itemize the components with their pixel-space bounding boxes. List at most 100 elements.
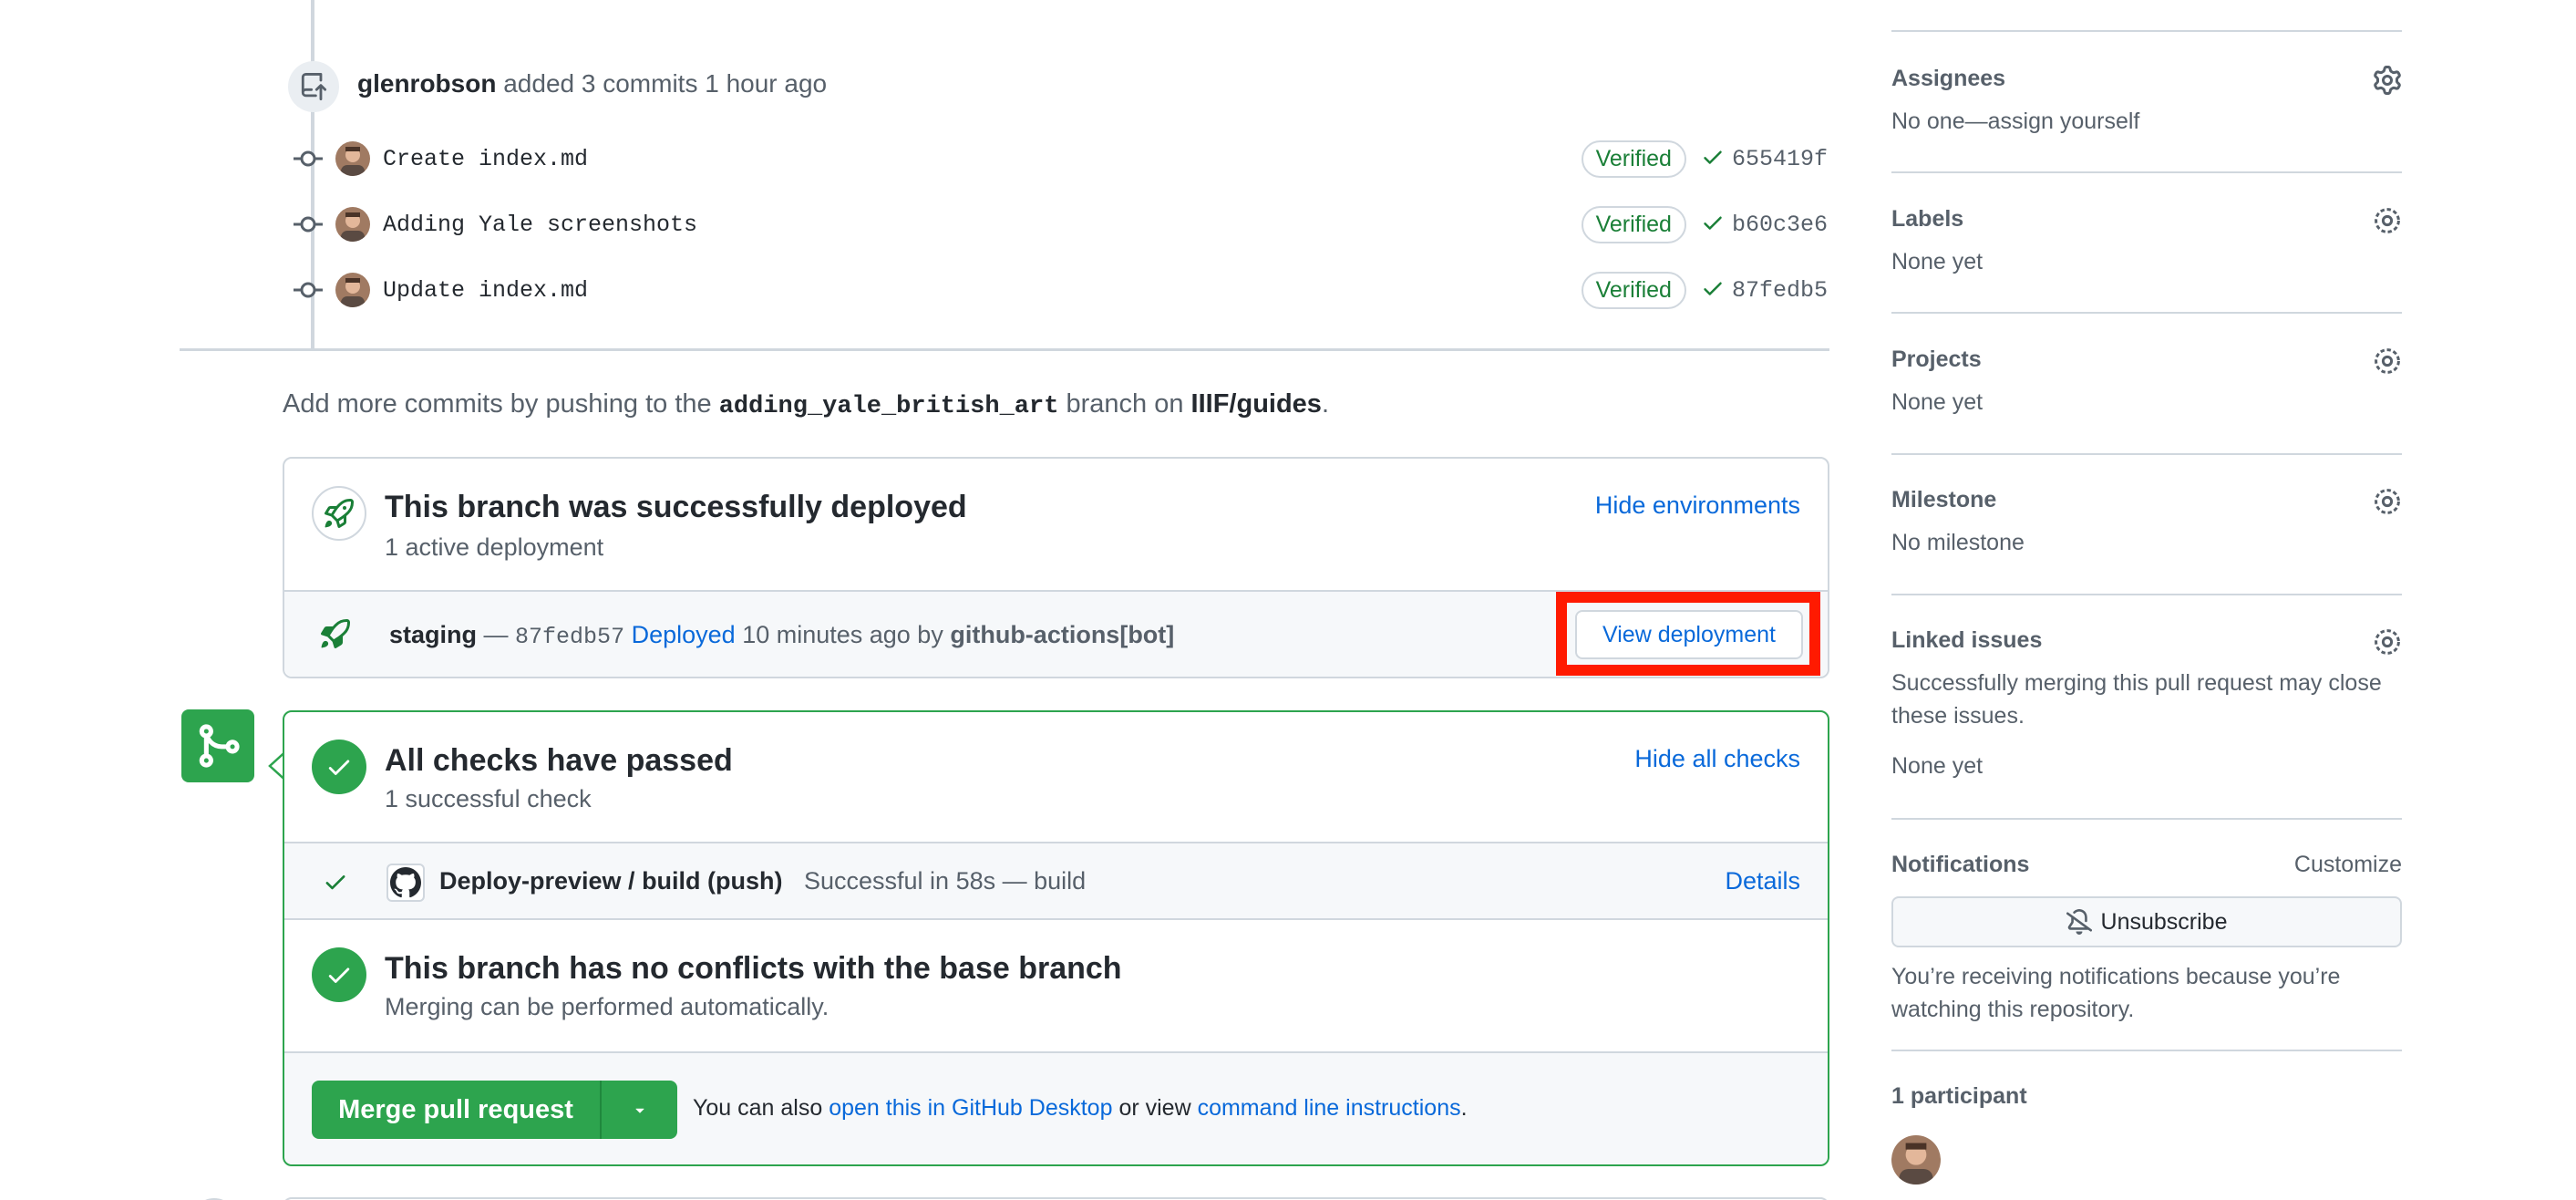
check-row: Deploy-preview / build (push) Successful… <box>284 843 1828 918</box>
merge-icon <box>181 709 254 782</box>
github-desktop-link[interactable]: open this in GitHub Desktop <box>829 1095 1112 1121</box>
view-deployment-button[interactable]: View deployment <box>1575 610 1803 659</box>
commit-message[interactable]: Update index.md <box>383 277 588 304</box>
deployed-link[interactable]: Deployed <box>632 621 736 648</box>
commit-icon <box>292 202 335 246</box>
gear-icon[interactable] <box>2373 487 2402 521</box>
command-line-link[interactable]: command line instructions <box>1198 1095 1461 1121</box>
labels-value: None yet <box>1891 249 1984 274</box>
commit-message[interactable]: Create index.md <box>383 146 588 172</box>
sidebar-projects: Projects None yet <box>1891 347 2402 429</box>
hint-prefix: You can also <box>693 1095 823 1121</box>
repo-name[interactable]: IIIF/guides <box>1191 389 1322 419</box>
gear-icon[interactable] <box>2373 627 2402 661</box>
verified-badge[interactable]: Verified <box>1581 140 1686 178</box>
projects-value: None yet <box>1891 389 1984 415</box>
gear-icon[interactable] <box>2373 66 2402 99</box>
push-event-line: glenrobson added 3 commits 1 hour ago <box>357 66 827 102</box>
customize-link[interactable]: Customize <box>2294 852 2402 878</box>
deploy-title: This branch was successfully deployed <box>385 490 967 524</box>
divider <box>284 918 1828 920</box>
sidebar-assignees: Assignees No one—assign yourself <box>1891 66 2402 148</box>
checks-subtitle: 1 successful check <box>385 785 592 812</box>
avatar[interactable] <box>335 141 370 176</box>
linked-issues-value: None yet <box>1891 753 1984 779</box>
push-instructions: Add more commits by pushing to the addin… <box>283 389 1329 420</box>
unsubscribe-button[interactable]: Unsubscribe <box>1891 896 2402 947</box>
event-time[interactable]: 1 hour ago <box>705 69 827 98</box>
check-status: Successful in 58s — build <box>804 867 1087 895</box>
bell-slash-icon <box>2066 909 2092 935</box>
commit-row: Update index.md Verified 87fedb5 <box>292 268 1828 312</box>
check-icon <box>1701 276 1725 305</box>
environment-name[interactable]: staging <box>389 621 477 648</box>
gear-icon[interactable] <box>2373 347 2402 380</box>
check-name: Deploy-preview / build (push) <box>439 867 783 895</box>
labels-label[interactable]: Labels <box>1891 206 2402 233</box>
assignees-value[interactable]: No one—assign yourself <box>1891 105 2402 138</box>
hint-suffix: . <box>1460 1095 1468 1121</box>
sidebar-linked-issues: Linked issues Successfully merging this … <box>1891 627 2402 791</box>
event-user[interactable]: glenrobson <box>357 69 496 98</box>
milestone-label[interactable]: Milestone <box>1891 487 2402 513</box>
hide-checks-link[interactable]: Hide all checks <box>1634 745 1800 773</box>
sidebar-divider <box>1891 30 2402 32</box>
commit-message[interactable]: Adding Yale screenshots <box>383 212 697 238</box>
assignees-label[interactable]: Assignees <box>1891 66 2402 92</box>
sidebar-participants: 1 participant <box>1891 1083 2402 1184</box>
sidebar-milestone: Milestone No milestone <box>1891 487 2402 569</box>
conflicts-subtitle: Merging can be performed automatically. <box>385 993 829 1020</box>
unsubscribe-label: Unsubscribe <box>2100 908 2228 935</box>
event-text: added 3 commits <box>503 69 698 98</box>
sidebar-divider <box>1891 171 2402 173</box>
avatar[interactable] <box>335 273 370 307</box>
check-icon <box>323 869 348 899</box>
check-icon <box>1701 145 1725 173</box>
details-link[interactable]: Details <box>1725 867 1800 895</box>
deploy-sha[interactable]: 87fedb57 <box>515 624 624 650</box>
deploy-actor[interactable]: github-actions[bot] <box>950 621 1174 648</box>
projects-label[interactable]: Projects <box>1891 347 2402 373</box>
linked-issues-label[interactable]: Linked issues <box>1891 627 2402 654</box>
verified-badge[interactable]: Verified <box>1581 271 1686 309</box>
deployment-row: staging — 87fedb57 Deployed 10 minutes a… <box>284 592 1828 677</box>
gear-icon[interactable] <box>2373 206 2402 240</box>
rocket-icon <box>312 486 366 541</box>
notifications-desc-1: You’re receiving notifications because y… <box>1891 964 2341 989</box>
commit-sha[interactable]: 87fedb5 <box>1732 277 1828 304</box>
verified-badge[interactable]: Verified <box>1581 205 1686 243</box>
linked-issues-desc-1: Successfully merging this pull request m… <box>1891 670 2382 696</box>
deployment-box: This branch was successfully deployed 1 … <box>283 457 1829 678</box>
commit-sha[interactable]: 655419f <box>1732 146 1828 172</box>
hint-middle: or view <box>1118 1095 1191 1121</box>
sidebar-divider <box>1891 818 2402 820</box>
commit-icon <box>292 137 335 181</box>
push-icon <box>288 61 339 112</box>
sidebar-divider <box>1891 1050 2402 1051</box>
checks-title: All checks have passed <box>385 743 733 778</box>
milestone-value: No milestone <box>1891 530 2025 555</box>
sidebar-divider <box>1891 453 2402 455</box>
sidebar-divider <box>1891 312 2402 314</box>
commit-sha[interactable]: b60c3e6 <box>1732 212 1828 238</box>
check-icon <box>1701 211 1725 239</box>
merge-box: All checks have passed 1 successful chec… <box>283 710 1829 1166</box>
notifications-desc-2: watching this repository. <box>1891 997 2135 1022</box>
deploy-subtitle: 1 active deployment <box>385 533 604 561</box>
hide-environments-link[interactable]: Hide environments <box>1595 491 1800 520</box>
merge-dropdown-button[interactable] <box>602 1081 677 1139</box>
avatar[interactable] <box>335 207 370 242</box>
separator: — <box>483 621 509 648</box>
merge-button-group: Merge pull request <box>312 1081 677 1139</box>
commit-icon <box>292 268 335 312</box>
note-middle: branch on <box>1066 389 1184 419</box>
branch-name: adding_yale_british_art <box>718 393 1059 420</box>
note-suffix: . <box>1321 389 1329 419</box>
rocket-icon <box>320 619 350 653</box>
merge-pull-request-button[interactable]: Merge pull request <box>312 1081 602 1139</box>
participant-avatar[interactable] <box>1891 1135 1941 1184</box>
merge-hint: You can also open this in GitHub Desktop… <box>693 1095 1468 1122</box>
sidebar-labels: Labels None yet <box>1891 206 2402 288</box>
github-icon <box>386 864 425 902</box>
merge-area: Merge pull request You can also open thi… <box>284 1053 1828 1164</box>
